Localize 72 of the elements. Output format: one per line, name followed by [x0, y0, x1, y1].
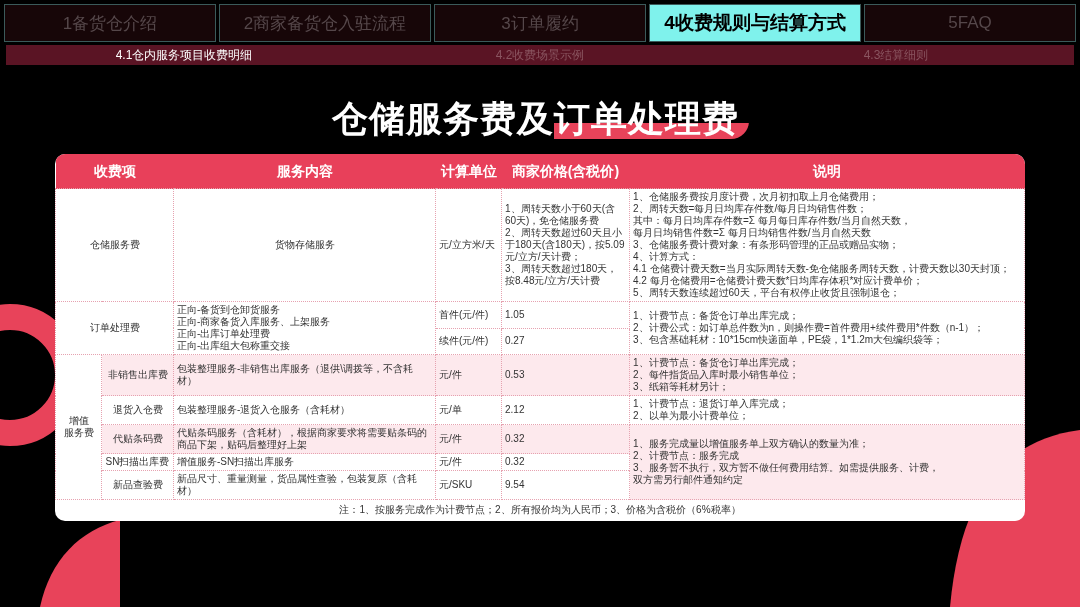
- text-line: 包装整理服务-非销售出库服务（退供\调拨等，不含耗材）: [177, 363, 415, 387]
- text-line: 正向-商家备货入库服务、上架服务: [177, 316, 332, 328]
- text-line: 2、每件指货品入库时最小销售单位；: [633, 369, 800, 381]
- text-line: 1.05: [505, 308, 526, 321]
- text-line: 5、周转天数连续超过60天，平台有权停止收货且强制退仓；: [633, 287, 901, 299]
- column-header: 服务内容: [173, 154, 436, 189]
- nav-tab[interactable]: 1备货仓介绍: [4, 4, 216, 42]
- table-cell: 非销售出库费: [101, 354, 174, 396]
- text-line: 0.27: [505, 335, 526, 348]
- text-line: 4、计算方式：: [633, 251, 700, 263]
- text-line: 新品尺寸、重量测量，货品属性查验，包装复原（含耗材）: [177, 473, 418, 497]
- text-line: 3、纸箱等耗材另计；: [633, 381, 730, 393]
- text-line: 服务费: [62, 427, 95, 439]
- text-line: 2、周转天数=每月日均库存件数/每月日均销售件数；: [633, 203, 869, 215]
- text-line: 代贴条码服务（含耗材），根据商家要求将需要贴条码的商品下架，贴码后整理好上架: [177, 427, 428, 451]
- sub-tab[interactable]: 4.3结算细则: [718, 46, 1074, 64]
- nav-tab[interactable]: 3订单履约: [434, 4, 646, 42]
- text-line: 1、周转天数小于60天(含60天)，免仓储服务费: [505, 203, 616, 227]
- table-cell: 代贴条码费: [101, 424, 174, 454]
- text-line: 3、周转天数超过180天，按8.48元/立方/天计费: [505, 263, 619, 287]
- text-line: 0.32: [505, 456, 526, 468]
- footnote: 注：1、按服务完成作为计费节点；2、所有报价均为人民币；3、价格为含税价（6%税率）: [338, 503, 742, 517]
- text-line: 续件(元/件): [439, 335, 490, 348]
- text-line: 2、以单为最小计费单位；: [633, 410, 750, 422]
- column-header: 商家价格(含税价): [501, 154, 630, 189]
- text-line: 1、服务完成量以增值服务单上双方确认的数量为准；: [633, 438, 870, 450]
- text-line: 1、计费节点：退货订单入库完成；: [633, 398, 790, 410]
- text-line: 4.1 仓储费计费天数=当月实际周转天数-免仓储服务周转天数，计费天数以30天封顶；: [633, 263, 1011, 275]
- text-line: 2、计费节点：服务完成: [633, 450, 740, 462]
- text-line: 1、仓储服务费按月度计费，次月初扣取上月仓储费用；: [633, 191, 880, 203]
- text-line: 双方需另行邮件通知约定: [633, 474, 744, 486]
- text-line: 1、计费节点：备货仓订单出库完成；: [633, 310, 800, 322]
- column-header: 说明: [629, 154, 1025, 189]
- text-line: 仓储服务费: [88, 239, 141, 251]
- text-line: 其中：每月日均库存件数=Σ 每月每日库存件数/当月自然天数，: [633, 215, 912, 227]
- text-line: 元/立方米/天: [439, 239, 496, 251]
- nav-tab[interactable]: 2商家备货仓入驻流程: [219, 4, 431, 42]
- text-line: 1、计费节点：备货仓订单出库完成；: [633, 357, 800, 369]
- text-line: 3、服务暂不执行，双方暂不做任何费用结算。如需提供服务、计费，: [633, 462, 940, 474]
- text-line: 元/件: [439, 369, 463, 381]
- table-cell: 退货入仓费: [101, 395, 174, 425]
- nav-tab[interactable]: 5FAQ: [864, 4, 1076, 42]
- sub-tab[interactable]: 4.1仓内服务项目收费明细: [6, 46, 362, 64]
- text-line: 2.12: [505, 404, 526, 416]
- text-line: 2、周转天数超过60天且小于180天(含180天)，按5.09元/立方/天计费；: [505, 227, 626, 263]
- text-line: 包装整理服务-退货入仓服务（含耗材）: [177, 404, 352, 416]
- text-line: 正向-备货到仓卸货服务: [177, 304, 282, 316]
- table-cell: SN扫描出库费: [101, 453, 174, 471]
- text-line: 元/件: [439, 433, 463, 445]
- text-line: 每月日均销售件数=Σ 每月日均销售件数/当月自然天数: [633, 227, 872, 239]
- text-line: 元/单: [439, 404, 463, 416]
- text-line: 订单处理费: [88, 322, 141, 334]
- text-line: 3、仓储服务费计费对象：有条形码管理的正品或赠品实物；: [633, 239, 900, 251]
- text-line: 正向-出库组大包称重交接: [177, 340, 292, 352]
- text-line: 0.32: [505, 433, 526, 445]
- text-line: 2、计费公式：如订单总件数为n，则操作费=首件费用+续件费用*件数（n-1）；: [633, 322, 986, 334]
- text-line: 3、包含基础耗材：10*15cm快递面单，PE袋，1*1.2m大包编织袋等；: [633, 334, 945, 346]
- text-line: 0.53: [505, 369, 526, 381]
- text-line: 元/件: [439, 456, 463, 468]
- text-line: 首件(元/件): [439, 308, 490, 321]
- nav-tab[interactable]: 4收费规则与结算方式: [649, 4, 861, 42]
- text-line: 增值: [67, 415, 90, 427]
- column-header: 计算单位: [435, 154, 502, 189]
- table-cell: 新品查验费: [101, 470, 174, 500]
- text-line: 货物存储服务: [273, 239, 336, 251]
- text-line: 正向-出库订单处理费: [177, 328, 272, 340]
- text-line: 元/SKU: [439, 479, 474, 491]
- text-line: 9.54: [505, 479, 526, 491]
- column-header: 收费项: [55, 154, 174, 189]
- text-line: 4.2 每月仓储费用=仓储费计费天数*日均库存体积*对应计费单价；: [633, 275, 925, 287]
- sub-tab[interactable]: 4.2收费场景示例: [362, 46, 718, 64]
- text-line: 增值服务-SN扫描出库服务: [177, 456, 296, 468]
